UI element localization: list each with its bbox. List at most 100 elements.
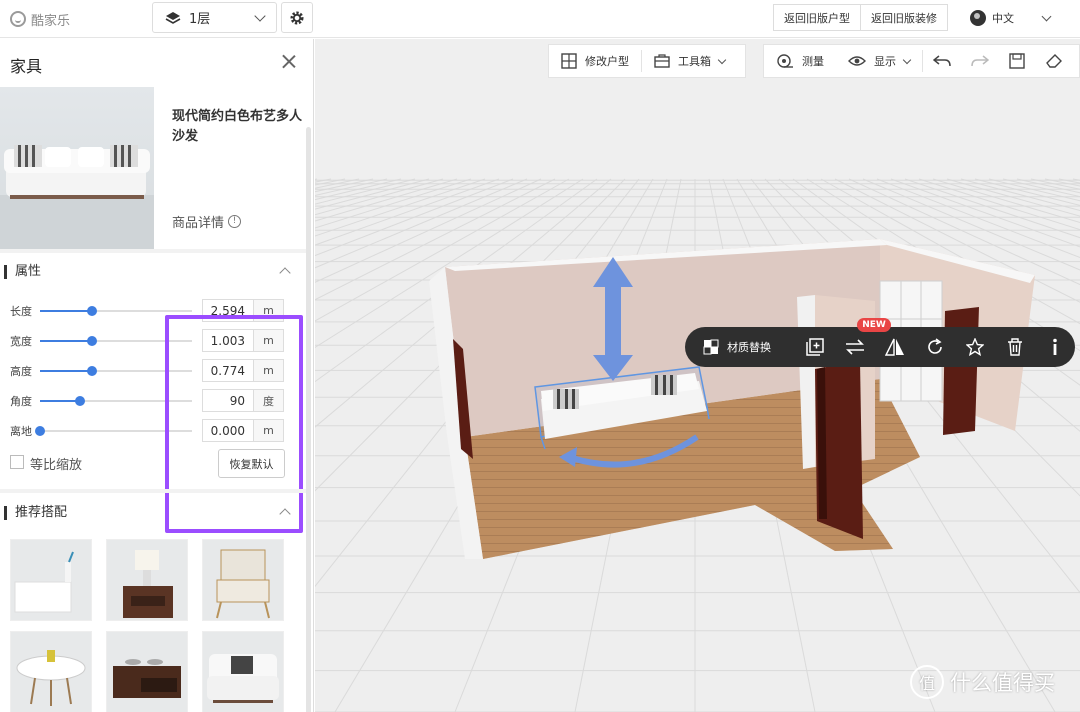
3d-viewport[interactable] [315, 39, 1080, 712]
recommend-item[interactable] [10, 539, 92, 621]
slider-knob[interactable] [86, 336, 97, 346]
top-bar: 酷家乐 1层 返回旧版户型 返回旧版装修 中文 [0, 0, 1080, 38]
slider-knob[interactable] [86, 306, 97, 316]
delete-button[interactable] [995, 327, 1035, 367]
floor-label: 1层 [189, 12, 211, 27]
round-table-thumbnail [16, 650, 86, 706]
sofa-image [0, 145, 154, 249]
floorplan-icon [561, 53, 577, 69]
recommend-item[interactable] [10, 631, 92, 712]
redo-button[interactable] [961, 44, 999, 78]
gear-icon [290, 11, 304, 24]
collapse-icon[interactable] [279, 267, 291, 279]
product-detail-link[interactable]: 商品详情 ! [172, 212, 242, 231]
material-icon [703, 339, 719, 355]
chevron-down-icon [254, 10, 266, 22]
tape-measure-icon [777, 54, 793, 68]
favorite-button[interactable] [955, 327, 995, 367]
product-image [0, 87, 154, 249]
section-title-recommend: 推荐搭配 [4, 506, 67, 520]
slider-knob[interactable] [74, 396, 85, 406]
chevron-down-icon [717, 55, 727, 64]
view-toolbar-right: 测量 显示 [763, 44, 1080, 78]
display-label: 显示 [874, 55, 896, 68]
info-button[interactable] [1035, 327, 1075, 367]
old-decor-button[interactable]: 返回旧版装修 [860, 4, 948, 31]
duplicate-icon [806, 338, 824, 356]
coffee-table-thumbnail [113, 659, 181, 698]
new-badge: NEW [857, 318, 891, 332]
language-label: 中文 [992, 12, 1014, 25]
settings-button[interactable] [281, 2, 313, 33]
slider-knob[interactable] [86, 366, 97, 376]
property-label: 宽度 [10, 335, 32, 348]
single-sofa-thumbnail [207, 654, 279, 703]
table-vase-thumbnail [14, 551, 74, 613]
slider-fill [40, 340, 92, 342]
material-replace-label: 材质替换 [727, 341, 771, 354]
rotate-button[interactable] [915, 327, 955, 367]
undo-icon [933, 55, 951, 67]
room-model [429, 239, 1035, 559]
chevron-down-icon [902, 55, 912, 64]
slider-knob[interactable] [35, 426, 45, 436]
slider-fill [40, 310, 92, 312]
trash-icon [1008, 338, 1022, 356]
material-replace-button[interactable]: 材质替换 [685, 339, 795, 355]
redo-icon [971, 55, 989, 67]
floor-select[interactable]: 1层 [152, 2, 277, 33]
watermark-logo: 值 [910, 665, 944, 699]
display-button[interactable]: 显示 [836, 44, 922, 78]
replace-button[interactable] [835, 327, 875, 367]
property-slider[interactable] [40, 306, 192, 316]
furniture-panel: 家具 现代简约白色布艺多人沙发 商品详情 ! 属性 长度 2.594 m 宽度 1.00… [0, 39, 314, 712]
star-icon [966, 338, 984, 356]
property-label: 角度 [10, 395, 32, 408]
side-table-lamp-thumbnail [123, 550, 173, 618]
panel-scrollbar[interactable] [306, 127, 311, 712]
eye-icon [848, 56, 866, 66]
undo-button[interactable] [923, 44, 961, 78]
property-label: 长度 [10, 305, 32, 318]
watermark: 值 什么值得买 [910, 665, 1055, 699]
mirror-button[interactable] [875, 327, 915, 367]
edit-layout-button[interactable]: 修改户型 [549, 44, 641, 78]
proportional-scale-label: 等比缩放 [30, 458, 83, 473]
save-icon [1009, 53, 1025, 69]
toolbox-label: 工具箱 [678, 55, 711, 68]
toolbox-button[interactable]: 工具箱 [642, 44, 737, 78]
divider [0, 489, 307, 493]
logo-icon [10, 11, 26, 27]
section-title-properties: 属性 [4, 265, 41, 279]
duplicate-button[interactable] [795, 327, 835, 367]
measure-label: 测量 [802, 55, 824, 68]
view-toolbar-left: 修改户型 工具箱 [548, 44, 746, 78]
property-label: 离地 [10, 425, 32, 438]
proportional-scale-checkbox[interactable] [10, 455, 24, 469]
eraser-button[interactable] [1035, 44, 1073, 78]
layers-icon [165, 11, 181, 24]
recommend-item[interactable] [106, 631, 188, 712]
watermark-text: 什么值得买 [950, 671, 1055, 695]
object-context-toolbar: 材质替换 [685, 327, 1075, 367]
brand-logo[interactable]: 酷家乐 [10, 8, 70, 30]
product-detail-label: 商品详情 [172, 216, 225, 231]
old-layout-button[interactable]: 返回旧版户型 [773, 4, 861, 31]
toolbox-icon [654, 54, 670, 68]
measure-button[interactable]: 测量 [764, 44, 836, 78]
edit-layout-label: 修改户型 [585, 55, 629, 68]
globe-icon [970, 10, 986, 26]
armchair-thumbnail [216, 549, 270, 619]
slider-fill [40, 370, 92, 372]
mirror-icon [885, 338, 904, 356]
info-icon: ! [228, 215, 242, 228]
recommend-item[interactable] [202, 539, 284, 621]
save-button[interactable] [999, 44, 1035, 78]
brand-name: 酷家乐 [31, 13, 71, 29]
close-icon[interactable] [280, 53, 298, 71]
slider-fill [40, 400, 80, 402]
recommend-item[interactable] [106, 539, 188, 621]
product-name: 现代简约白色布艺多人沙发 [172, 109, 303, 144]
language-select[interactable]: 中文 [970, 6, 1014, 30]
recommend-item[interactable] [202, 631, 284, 712]
